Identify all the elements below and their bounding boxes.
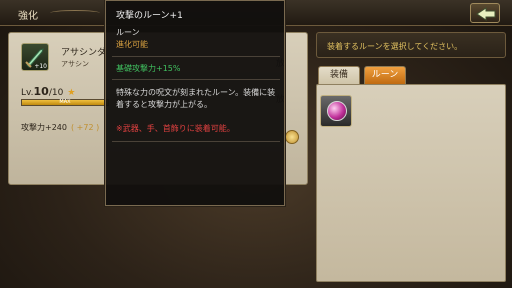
tooltip-evolve: 進化可能 bbox=[116, 40, 148, 49]
item-level-badge: +10 bbox=[34, 63, 47, 70]
tooltip-title: 攻撃のルーン+1 bbox=[116, 11, 183, 21]
tooltip-divider bbox=[112, 79, 280, 80]
tab-rune[interactable]: ルーン bbox=[364, 66, 406, 84]
coin-icon bbox=[285, 130, 299, 144]
attack-stat: 攻撃力+240( +72 ) bbox=[21, 123, 100, 132]
tooltip-note: ※武器、手、首飾りに装着可能。 bbox=[116, 124, 235, 133]
item-name: アサシンダ bbox=[61, 48, 107, 58]
tooltip-divider bbox=[112, 141, 280, 142]
star-icon: ★ bbox=[67, 88, 76, 98]
item-type: アサシン bbox=[61, 60, 89, 68]
back-arrow-icon bbox=[476, 7, 496, 21]
tooltip-type: ルーン bbox=[116, 28, 140, 37]
tab-equipment[interactable]: 装備 bbox=[318, 66, 360, 84]
title-ornament bbox=[50, 10, 100, 16]
rune-slot[interactable] bbox=[320, 95, 352, 127]
tooltip-basic-stat: 基礎攻撃力+15% bbox=[116, 64, 181, 73]
level-progress-label: MAX bbox=[59, 99, 71, 105]
tooltip-description: 特殊な力の呪文が刻まれたルーン。装備に装着すると攻撃力が上がる。 bbox=[116, 88, 276, 109]
tooltip-divider bbox=[112, 56, 280, 57]
rune-gem-icon bbox=[327, 101, 347, 121]
item-level: Lv.10/10 ★ bbox=[21, 85, 76, 98]
instruction-text: 装着するルーンを選択してください。 bbox=[327, 42, 463, 51]
item-icon[interactable]: +10 bbox=[21, 43, 49, 71]
level-progress-bar: MAX bbox=[21, 99, 109, 106]
instruction-box: 装着するルーンを選択してください。 bbox=[316, 32, 506, 58]
page-title: 強化 bbox=[18, 11, 38, 22]
back-button[interactable] bbox=[470, 3, 500, 23]
rune-tooltip: 攻撃のルーン+1 ルーン 進化可能 基礎攻撃力+15% 特殊な力の呪文が刻まれた… bbox=[105, 0, 285, 206]
